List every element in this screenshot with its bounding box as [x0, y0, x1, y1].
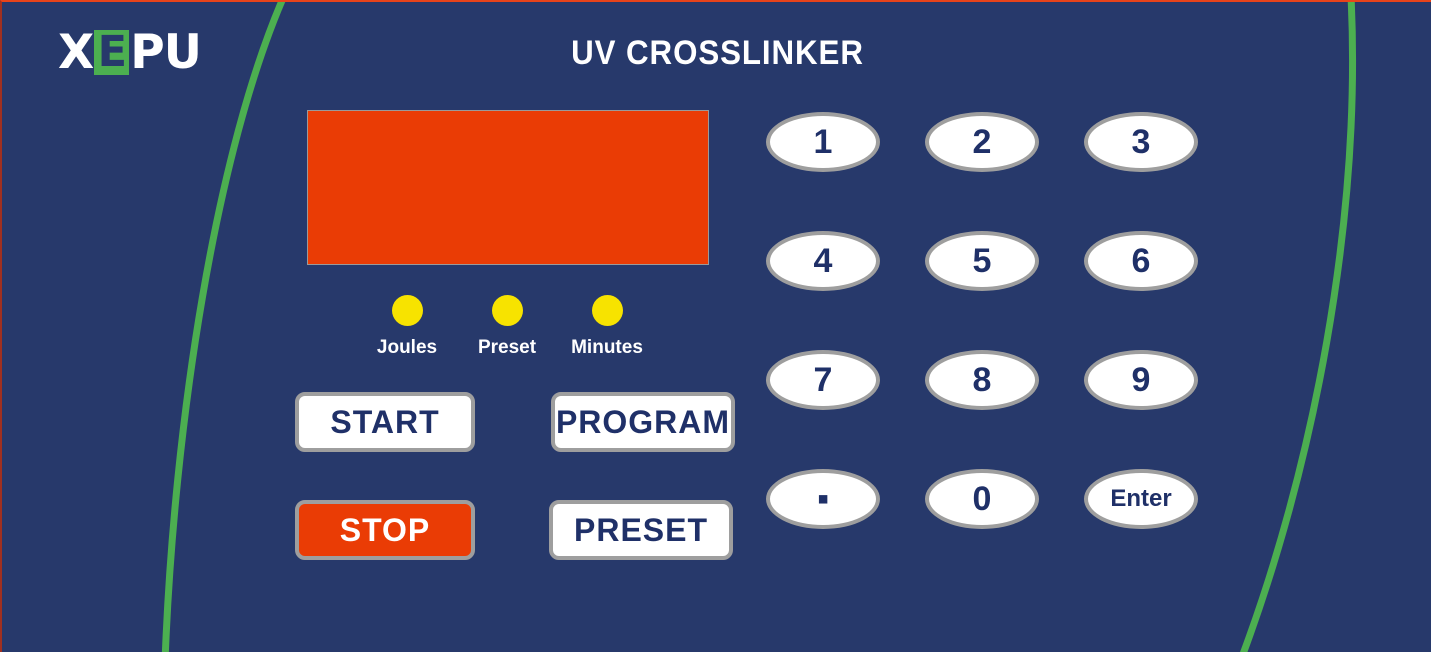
- page-title: UV CROSSLINKER: [571, 34, 864, 72]
- minutes-led-icon: [591, 295, 623, 326]
- preset-led-icon: [491, 295, 523, 326]
- preset-button[interactable]: PRESET: [549, 500, 733, 560]
- indicator-joules: Joules: [362, 295, 452, 370]
- indicator-label-joules: Joules: [376, 337, 438, 358]
- key-4[interactable]: 4: [766, 231, 880, 291]
- key-0[interactable]: 0: [925, 469, 1039, 529]
- indicator-label-minutes: Minutes: [571, 337, 643, 358]
- key-8[interactable]: 8: [925, 350, 1039, 410]
- key-enter[interactable]: Enter: [1084, 469, 1198, 529]
- uv-crosslinker-control-panel: X E P U UV CROSSLINKER Joules Preset Min…: [0, 0, 1431, 652]
- stop-button[interactable]: STOP: [295, 500, 475, 560]
- green-curve-right: [1239, 2, 1356, 652]
- key-6[interactable]: 6: [1084, 231, 1198, 291]
- key-1[interactable]: 1: [766, 112, 880, 172]
- readout-display: [307, 110, 709, 265]
- key-5[interactable]: 5: [925, 231, 1039, 291]
- indicator-preset: Preset: [462, 295, 552, 370]
- start-button[interactable]: START: [295, 392, 475, 452]
- key-decimal[interactable]: ▪: [766, 469, 880, 529]
- key-7[interactable]: 7: [766, 350, 880, 410]
- key-3[interactable]: 3: [1084, 112, 1198, 172]
- key-9[interactable]: 9: [1084, 350, 1198, 410]
- indicator-minutes: Minutes: [562, 295, 652, 370]
- indicator-row: Joules Preset Minutes: [362, 295, 652, 370]
- numeric-keypad: 1 2 3 4 5 6 7 8 9 ▪ 0 Enter: [766, 112, 1198, 532]
- indicator-label-preset: Preset: [477, 337, 537, 358]
- joules-led-icon: [391, 295, 423, 326]
- program-button[interactable]: PROGRAM: [551, 392, 735, 452]
- key-2[interactable]: 2: [925, 112, 1039, 172]
- green-curve-left: [161, 2, 286, 652]
